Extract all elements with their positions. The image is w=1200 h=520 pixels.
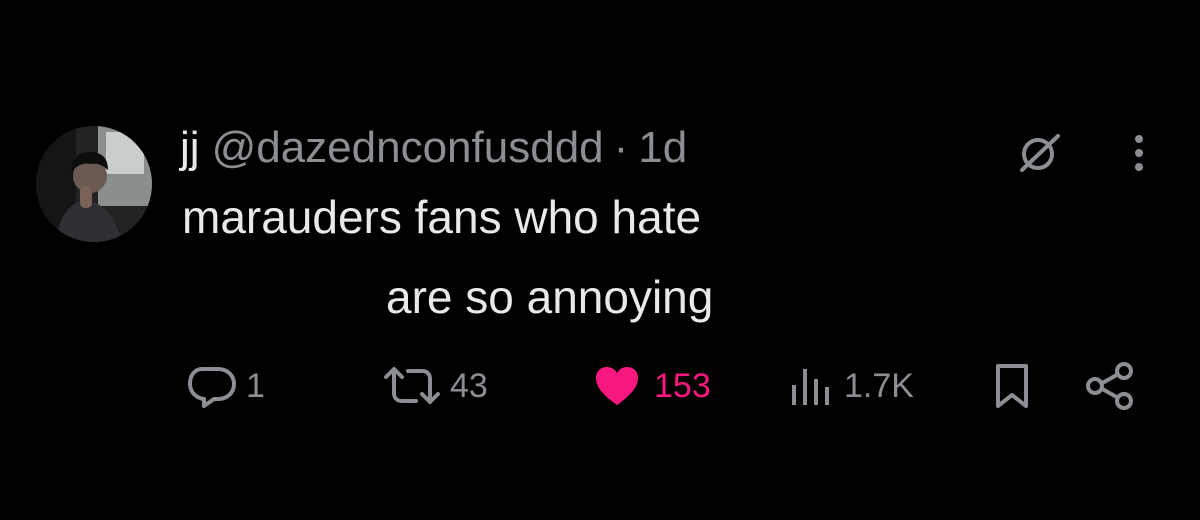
display-name[interactable]: jj: [180, 123, 200, 173]
heart-icon: [596, 367, 638, 405]
post: jj @dazednconfusddd · 1d marauders fans …: [0, 0, 1200, 520]
post-timestamp[interactable]: 1d: [638, 123, 687, 173]
reply-button[interactable]: 1: [186, 356, 265, 416]
share-icon: [1086, 362, 1133, 410]
grok-icon[interactable]: [1014, 128, 1064, 178]
bookmark-button[interactable]: [992, 356, 1032, 416]
reply-icon: [188, 367, 236, 408]
repost-count: 43: [450, 366, 488, 405]
like-button[interactable]: 153: [594, 356, 711, 416]
avatar[interactable]: [36, 126, 152, 242]
views-icon: [792, 369, 829, 405]
reply-count: 1: [246, 366, 265, 405]
separator-dot: ·: [613, 123, 629, 172]
views-button[interactable]: 1.7K: [786, 356, 914, 416]
like-count: 153: [654, 366, 711, 405]
post-header: jj @dazednconfusddd · 1d: [180, 118, 687, 178]
post-text-line-1: marauders fans who hate: [182, 191, 702, 243]
view-count: 1.7K: [844, 366, 914, 405]
repost-button[interactable]: 43: [382, 356, 488, 416]
share-button[interactable]: [1084, 356, 1136, 416]
avatar-photo: [36, 126, 152, 242]
action-bar: 1 43 153 1.7K: [0, 356, 1200, 416]
repost-icon: [384, 367, 440, 404]
more-icon[interactable]: [1114, 128, 1164, 178]
bookmark-icon: [996, 364, 1028, 408]
user-handle[interactable]: @dazednconfusddd: [212, 123, 604, 173]
post-text-line-2: are so annoying: [386, 271, 714, 323]
